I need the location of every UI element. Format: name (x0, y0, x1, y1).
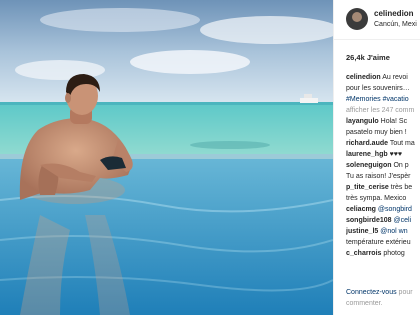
comment-text: ♥♥♥ (389, 151, 403, 158)
comment-mention[interactable]: @nol wn (380, 228, 407, 235)
comment-text: Tout ma (389, 140, 415, 147)
comment-continuation: Tu as raison! J'espèr (346, 173, 411, 180)
login-prompt: Connectez-vous pour commenter. (346, 287, 420, 309)
comment-text: très be (390, 184, 413, 191)
comment-continuation: très sympa. Mexico (346, 195, 407, 202)
comment-user[interactable]: laurene_hgb (346, 151, 388, 158)
pool-photo-image (0, 0, 333, 315)
comment-user[interactable]: layangulo (346, 118, 379, 125)
comment-row: justine_l5 @nol wn (346, 226, 420, 237)
caption-text: Au revoi (382, 74, 408, 81)
comment-user[interactable]: c_charrois (346, 250, 381, 257)
comment-row: layangulo Hola! Sc (346, 116, 420, 127)
caption-line-2: pour les souvenirs… (346, 85, 410, 92)
caption: celinedion Au revoi (346, 72, 420, 83)
post-header: celinedion Cancún, Mexi (334, 0, 420, 40)
comment-row: laurene_hgb ♥♥♥ (346, 149, 420, 160)
comment-text: photog (383, 250, 405, 257)
comment-user[interactable]: justine_l5 (346, 228, 378, 235)
view-all-comments-link[interactable]: afficher les 247 comm (346, 105, 420, 116)
comment-continuation: température extérieu (346, 239, 411, 246)
comment-user[interactable]: p_tite_cerise (346, 184, 389, 191)
comment-row: soleneguigon On p (346, 160, 420, 171)
comments-list: celinedion Au revoi pour les souvenirs… … (346, 72, 420, 259)
comment-user[interactable]: richard.aude (346, 140, 388, 147)
comment-row: songbirde108 @celi (346, 215, 420, 226)
login-link[interactable]: Connectez-vous (346, 289, 397, 296)
post-photo[interactable] (0, 0, 333, 315)
caption-user[interactable]: celinedion (346, 74, 381, 81)
comment-text: Hola! Sc (380, 118, 408, 125)
comment-row: c_charrois photog (346, 248, 420, 259)
comment-user[interactable]: celiacmg (346, 206, 376, 213)
login-prompt-text: pour (398, 289, 413, 296)
comment-row: p_tite_cerise très be (346, 182, 420, 193)
post-sidebar: celinedion Cancún, Mexi 26,4k J'aime cel… (333, 0, 420, 315)
location-link[interactable]: Cancún, Mexi (374, 21, 417, 28)
comment-user[interactable]: soleneguigon (346, 162, 392, 169)
likes-count[interactable]: 26,4k J'aime (346, 53, 390, 62)
caption-hashtags[interactable]: #Memories #vacatio (346, 94, 420, 105)
comment-row: richard.aude Tout ma (346, 138, 420, 149)
comment-mention[interactable]: @songbird (378, 206, 412, 213)
comment-continuation: pasatelo muy bien ! (346, 129, 407, 136)
comment-row: celiacmg @songbird (346, 204, 420, 215)
comment-text: On p (393, 162, 409, 169)
avatar[interactable] (346, 8, 368, 30)
login-prompt-line-2: commenter. (346, 300, 383, 307)
comment-user[interactable]: songbirde108 (346, 217, 392, 224)
comment-mention[interactable]: @celi (393, 217, 411, 224)
username-link[interactable]: celinedion (374, 9, 414, 18)
